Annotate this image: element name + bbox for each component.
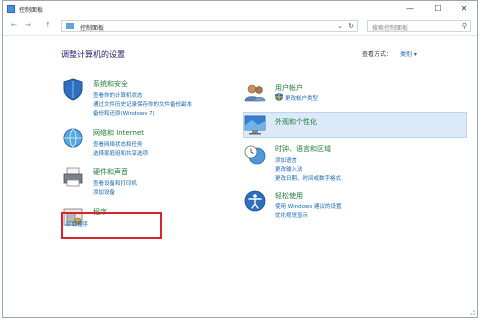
control-panel-icon <box>7 5 15 13</box>
monitor-icon <box>244 115 266 135</box>
link-change-account-type[interactable]: 更改帐户类型 <box>285 94 318 102</box>
link-view-network-status[interactable]: 查看网络状态和任务 <box>93 140 143 148</box>
search-placeholder: 搜索控制面板 <box>372 25 409 32</box>
category-hardware-sound[interactable]: 硬件和声音 <box>93 167 128 177</box>
breadcrumb[interactable]: 控制面板 <box>80 23 104 32</box>
link-view-computer-status[interactable]: 查看你的计算机状态 <box>93 91 143 99</box>
address-bar[interactable]: 控制面板 ⌄ ↻ <box>61 20 358 32</box>
view-by-dropdown[interactable]: 类别 ▾ <box>400 49 417 58</box>
network-globe-icon <box>63 128 83 148</box>
page-title: 调整计算机的设置 <box>61 50 125 59</box>
close-button[interactable]: ✕ <box>451 1 477 17</box>
category-network-internet[interactable]: 网络和 Internet <box>93 128 144 138</box>
category-appearance-personalization[interactable]: 外观和个性化 <box>275 117 317 127</box>
category-clock-language-region[interactable]: 时钟、语言和区域 <box>275 144 331 154</box>
link-change-date-time-format[interactable]: 更改日期、时间或数字格式 <box>275 174 341 182</box>
forward-arrow-icon[interactable]: → <box>25 21 31 29</box>
refresh-icon[interactable]: ↻ <box>348 22 354 30</box>
printer-icon <box>63 167 83 187</box>
link-homegroup-sharing[interactable]: 选择家庭组和共享选项 <box>93 149 148 157</box>
search-input[interactable]: 搜索控制面板 ⚲ <box>367 20 471 32</box>
control-panel-window: 控制面板 — ☐ ✕ ← → ↑ 控制面板 ⌄ ↻ 搜索控制面板 ⚲ 调整计算机… <box>2 0 478 318</box>
clock-globe-icon <box>244 145 266 165</box>
shield-icon <box>63 78 83 101</box>
highlight-box <box>61 212 162 239</box>
category-user-accounts[interactable]: 用户帐户 <box>275 83 303 93</box>
up-arrow-icon[interactable]: ↑ <box>45 21 51 29</box>
maximize-button[interactable]: ☐ <box>425 1 451 17</box>
link-devices-printers[interactable]: 查看设备和打印机 <box>93 179 137 187</box>
link-windows-suggested-settings[interactable]: 使用 Windows 建议的设置 <box>275 202 342 210</box>
ease-of-access-icon <box>244 190 266 212</box>
category-ease-of-access[interactable]: 轻松使用 <box>275 191 303 201</box>
link-add-device[interactable]: 添加设备 <box>93 188 115 196</box>
address-toolbar: ← → ↑ 控制面板 ⌄ ↻ 搜索控制面板 ⚲ <box>3 17 477 36</box>
control-panel-small-icon <box>66 23 74 29</box>
category-system-security[interactable]: 系统和安全 <box>93 79 128 89</box>
window-title: 控制面板 <box>19 7 44 14</box>
minimize-button[interactable]: — <box>397 1 423 17</box>
uac-shield-icon <box>275 93 283 101</box>
chevron-down-icon[interactable]: ⌄ <box>337 22 343 30</box>
search-icon[interactable]: ⚲ <box>462 22 467 30</box>
link-backup-restore[interactable]: 备份和还原(Windows 7) <box>93 109 155 117</box>
link-optimize-visual-display[interactable]: 优化视觉显示 <box>275 211 308 219</box>
link-change-input-method[interactable]: 更改输入法 <box>275 165 303 173</box>
link-file-history-backup[interactable]: 通过文件历史记录保存你的文件备份副本 <box>93 100 192 108</box>
link-add-language[interactable]: 添加语言 <box>275 156 297 164</box>
back-arrow-icon[interactable]: ← <box>11 21 17 29</box>
users-icon <box>244 84 266 102</box>
resize-grip-icon[interactable] <box>467 307 475 315</box>
title-bar[interactable]: 控制面板 — ☐ ✕ <box>3 1 477 17</box>
view-by-label: 查看方式： <box>362 51 393 58</box>
